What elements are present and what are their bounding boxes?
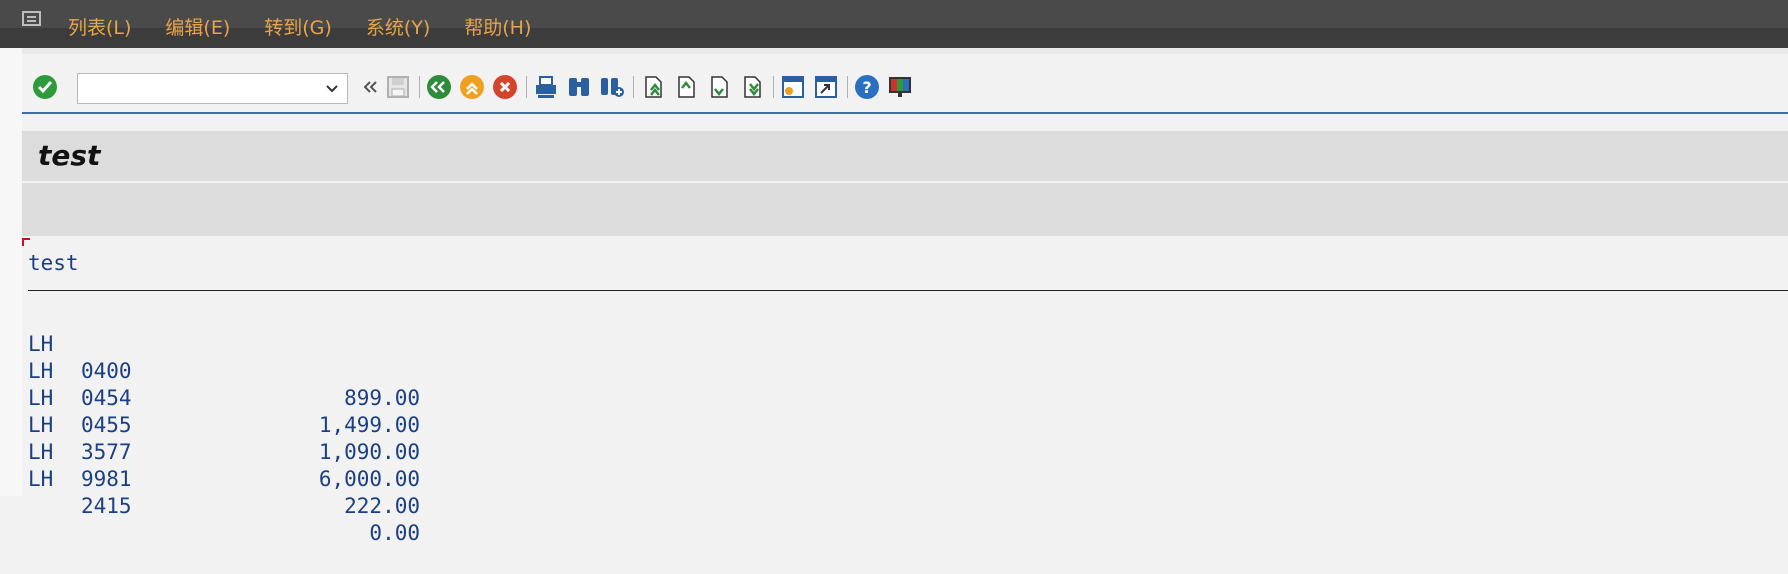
list-row[interactable]: LH 3577 6,000.00: [28, 385, 428, 491]
amount-cell: 6,000.00: [318, 467, 420, 491]
find-icon[interactable]: [566, 74, 592, 100]
carrier-cell: LH: [28, 467, 54, 491]
toolbar: ?: [22, 58, 1788, 114]
menubar: 列表(L) 编辑(E) 转到(G) 系统(Y) 帮助(H): [0, 0, 1788, 48]
enter-icon[interactable]: [32, 74, 58, 100]
amount-cell: 222.00: [344, 494, 420, 518]
list-row[interactable]: LH 0400 899.00: [28, 304, 428, 410]
toolbar-separator: [773, 76, 774, 98]
exit-icon[interactable]: [459, 74, 485, 100]
next-page-icon[interactable]: [706, 74, 732, 100]
list-row[interactable]: LH 0454 1,499.00: [28, 331, 428, 437]
cursor-marker: [22, 238, 30, 246]
menu-item-edit[interactable]: 编辑(E): [165, 13, 230, 40]
command-field[interactable]: [77, 73, 348, 104]
back-double-icon[interactable]: [357, 74, 383, 100]
code-cell: 2415: [81, 494, 132, 518]
help-icon[interactable]: ?: [854, 74, 880, 100]
create-session-icon[interactable]: [780, 74, 806, 100]
menubar-shadow: [0, 48, 1788, 54]
print-icon[interactable]: [533, 74, 559, 100]
menu-list: 列表(L) 编辑(E) 转到(G) 系统(Y) 帮助(H): [68, 13, 565, 40]
svg-text:?: ?: [862, 78, 871, 97]
menu-item-system[interactable]: 系统(Y): [366, 13, 430, 40]
list-row[interactable]: LH 2415 0.00: [28, 439, 428, 545]
command-input[interactable]: [82, 74, 316, 103]
toolbar-divider: [22, 112, 1788, 114]
system-menu-icon[interactable]: [22, 11, 44, 29]
back-icon[interactable]: [426, 74, 452, 100]
layout-icon[interactable]: [887, 74, 913, 100]
list-output: test LH 0400 899.00 LH 0454 1,499.00 LH …: [28, 250, 1788, 545]
toolbar-separator: [526, 76, 527, 98]
page-title: test: [38, 139, 101, 172]
chevron-down-icon[interactable]: [325, 81, 339, 100]
list-header: test: [28, 251, 79, 275]
toolbar-separator: [633, 76, 634, 98]
toolbar-separator: [847, 76, 848, 98]
menu-item-list[interactable]: 列表(L): [68, 13, 131, 40]
first-page-icon[interactable]: [640, 74, 666, 100]
list-row[interactable]: LH 9981 222.00: [28, 412, 428, 518]
list-divider: [28, 290, 1788, 291]
menu-item-goto[interactable]: 转到(G): [264, 13, 332, 40]
list-row[interactable]: LH 0455 1,090.00: [28, 358, 428, 464]
save-icon[interactable]: [385, 74, 411, 100]
menu-item-help[interactable]: 帮助(H): [464, 13, 531, 40]
previous-page-icon[interactable]: [673, 74, 699, 100]
last-page-icon[interactable]: [739, 74, 765, 100]
application-toolbar: [22, 183, 1788, 236]
cancel-icon[interactable]: [492, 74, 518, 100]
title-bar: test: [22, 131, 1788, 181]
left-margin: [0, 48, 22, 496]
shortcut-icon[interactable]: [813, 74, 839, 100]
amount-cell: 0.00: [369, 521, 420, 545]
list-rows: LH 0400 899.00 LH 0454 1,499.00 LH 0455 …: [28, 304, 428, 545]
toolbar-separator: [419, 76, 420, 98]
find-next-icon[interactable]: [599, 74, 625, 100]
